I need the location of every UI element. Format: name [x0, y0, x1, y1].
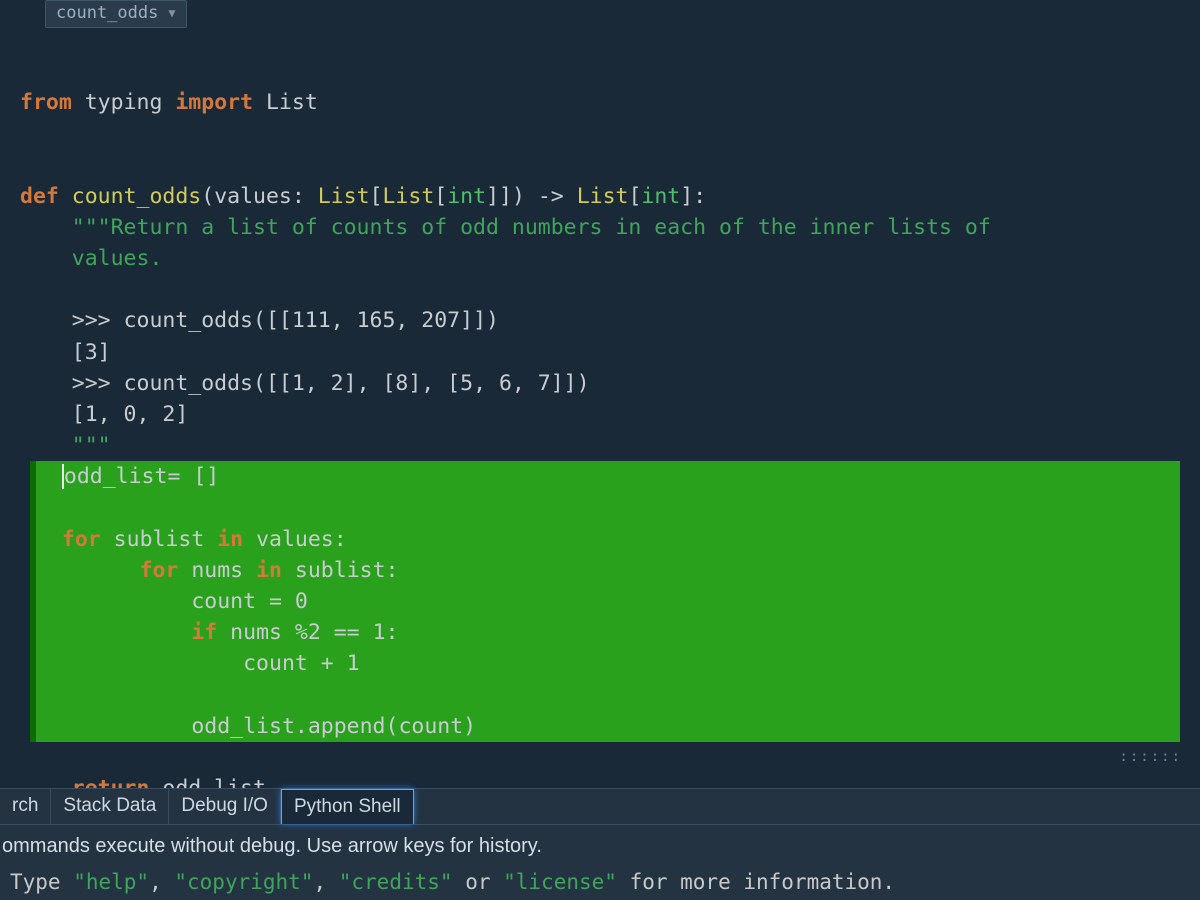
doctest-output: [3]: [72, 340, 111, 365]
function-selector-dropdown[interactable]: count_odds ▼: [45, 0, 187, 28]
function-name: count_odds: [72, 184, 201, 209]
panel-tabs: rch Stack Data Debug I/O Python Shell: [0, 789, 1200, 825]
docstring-line: """Return a list of counts of odd number…: [72, 215, 991, 240]
tab-python-shell[interactable]: Python Shell: [281, 789, 414, 824]
tab-debug-io[interactable]: Debug I/O: [169, 789, 281, 824]
params-open: (values:: [201, 184, 318, 209]
tab-search[interactable]: rch: [0, 789, 51, 824]
function-selector-label: count_odds: [56, 3, 158, 23]
doctest-prompt: >>>: [72, 308, 124, 333]
keyword-from: from: [20, 90, 72, 115]
type-list-outer: List: [318, 184, 370, 209]
resize-grip-icon[interactable]: ::::::: [1119, 749, 1182, 765]
tab-stack-data[interactable]: Stack Data: [51, 789, 169, 824]
highlighted-edit-block[interactable]: odd_list= [] for sublist in values: for …: [30, 461, 1180, 742]
keyword-def: def: [20, 184, 59, 209]
module-name: typing: [85, 90, 163, 115]
shell-banner: Type "help", "copyright", "credits" or "…: [0, 866, 1200, 900]
bottom-panel: rch Stack Data Debug I/O Python Shell om…: [0, 788, 1200, 900]
code-editor[interactable]: from typing import List def count_odds(v…: [20, 56, 1180, 835]
import-name: List: [266, 90, 318, 115]
keyword-import: import: [175, 90, 253, 115]
shell-hint-text: ommands execute without debug. Use arrow…: [0, 825, 1200, 866]
docstring-line: values.: [72, 246, 163, 271]
chevron-down-icon: ▼: [168, 6, 175, 20]
doctest-prompt: >>>: [72, 371, 124, 396]
docstring-close: """: [72, 433, 111, 458]
doctest-output: [1, 0, 2]: [72, 402, 189, 427]
